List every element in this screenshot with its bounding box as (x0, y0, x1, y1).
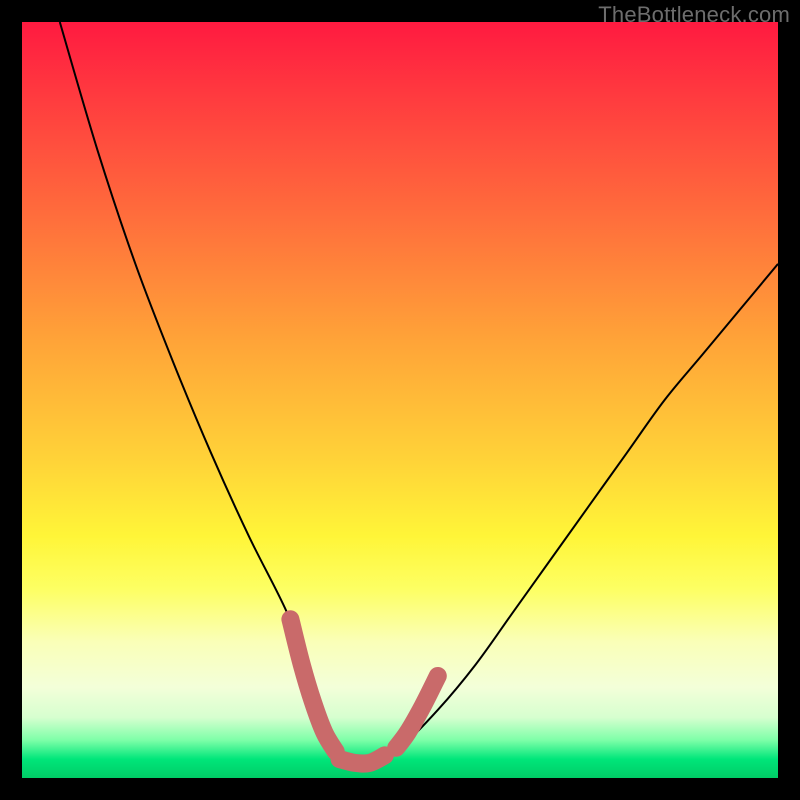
highlight-left-knee (290, 619, 335, 751)
highlight-trough (340, 755, 385, 763)
curve-path (60, 22, 778, 765)
watermark-text: TheBottleneck.com (598, 2, 790, 28)
highlight-right-knee (396, 676, 438, 748)
chart-svg (22, 22, 778, 778)
highlight-segments (290, 619, 437, 763)
bottleneck-curve (60, 22, 778, 765)
chart-area (22, 22, 778, 778)
